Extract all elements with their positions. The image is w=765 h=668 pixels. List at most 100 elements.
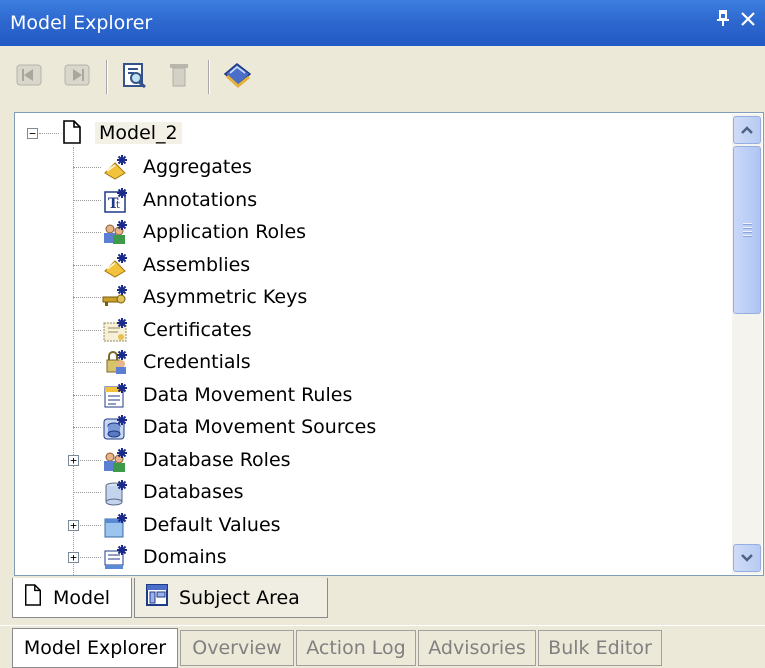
model-tree[interactable]: − Model_2 Aggregates Tt Annotations Applica… bbox=[14, 112, 764, 576]
tab-label: Model bbox=[53, 586, 111, 609]
tree-item[interactable]: Annotations bbox=[143, 184, 257, 216]
tree-connector bbox=[73, 329, 101, 331]
tree-item-label: Databases bbox=[143, 481, 244, 503]
tree-item-label: Default Values bbox=[143, 513, 281, 536]
tree-root-label: Model_2 bbox=[95, 122, 182, 144]
chevron-up-icon bbox=[741, 126, 753, 134]
tab-advisories[interactable]: Advisories bbox=[418, 630, 536, 666]
close-icon[interactable] bbox=[740, 8, 756, 32]
certificates-icon bbox=[101, 316, 131, 344]
tree-connector bbox=[73, 394, 101, 396]
toolbar-separator bbox=[208, 60, 210, 94]
expand-toggle[interactable]: + bbox=[68, 454, 79, 466]
expand-toggle[interactable]: + bbox=[68, 519, 79, 531]
tree-item-label: Data Movement Rules bbox=[143, 383, 353, 406]
tab-subject-area[interactable]: Subject Area bbox=[134, 578, 328, 618]
back-icon bbox=[14, 61, 44, 93]
tree-item[interactable]: Aggregates bbox=[143, 151, 252, 183]
credentials-icon bbox=[101, 348, 131, 376]
tree-item[interactable]: Application Roles bbox=[143, 216, 306, 248]
tree-item[interactable]: Domains bbox=[143, 541, 227, 573]
grip-line bbox=[743, 223, 752, 225]
tree-root[interactable]: Model_2 bbox=[95, 117, 182, 149]
tree-item[interactable]: Data Movement Sources bbox=[143, 411, 376, 443]
tree-item-label: Application Roles bbox=[143, 221, 307, 243]
tab-label: Subject Area bbox=[179, 586, 300, 609]
tab-model[interactable]: Model bbox=[12, 578, 132, 618]
view-tabs: Model Subject Area bbox=[0, 578, 765, 622]
tree-item-label: Certificates bbox=[143, 318, 252, 341]
window-title: Model Explorer bbox=[10, 12, 153, 34]
scroll-down-button[interactable] bbox=[733, 544, 761, 572]
grip-line bbox=[743, 235, 752, 237]
scroll-thumb[interactable] bbox=[733, 146, 761, 314]
back-button[interactable] bbox=[10, 58, 48, 96]
tree-connector bbox=[73, 297, 101, 298]
databases-icon bbox=[101, 478, 131, 506]
tree-item-label: Aggregates bbox=[143, 156, 252, 178]
delete-icon bbox=[165, 60, 193, 94]
toolbar-separator bbox=[106, 60, 108, 94]
asymmetric-keys-icon bbox=[101, 283, 131, 311]
grip-line bbox=[743, 227, 752, 229]
tab-label: Overview bbox=[192, 637, 282, 659]
tab-label: Bulk Editor bbox=[548, 637, 652, 659]
tree-connector bbox=[73, 167, 101, 168]
vertical-scrollbar[interactable] bbox=[732, 114, 762, 574]
find-button[interactable] bbox=[116, 58, 154, 96]
tree-item[interactable]: Credentials bbox=[143, 346, 251, 378]
forward-icon bbox=[62, 61, 92, 93]
tree-connector bbox=[73, 199, 101, 201]
tree-item[interactable]: Default Values bbox=[143, 509, 281, 541]
book-button[interactable] bbox=[218, 58, 256, 96]
annotations-icon: Tt bbox=[101, 186, 131, 214]
forward-button[interactable] bbox=[58, 58, 96, 96]
tab-bulk-editor[interactable]: Bulk Editor bbox=[538, 630, 662, 666]
tree-item[interactable]: Asymmetric Keys bbox=[143, 281, 307, 313]
tree-item[interactable]: Certificates bbox=[143, 314, 252, 346]
document-icon bbox=[23, 583, 43, 612]
tree-connector bbox=[39, 133, 59, 134]
scroll-up-button[interactable] bbox=[733, 116, 761, 144]
title-bar: Model Explorer bbox=[0, 0, 765, 46]
tree-item-label: Data Movement Sources bbox=[143, 416, 377, 438]
pin-icon[interactable] bbox=[716, 9, 730, 32]
subject-area-icon bbox=[145, 583, 169, 612]
tab-label: Action Log bbox=[306, 637, 406, 659]
delete-button[interactable] bbox=[160, 58, 198, 96]
application-roles-icon bbox=[101, 218, 131, 246]
tree-item-label: Annotations bbox=[143, 188, 258, 211]
tab-label: Advisories bbox=[428, 637, 526, 659]
tree-item[interactable]: Databases bbox=[143, 476, 244, 508]
tree-connector bbox=[73, 492, 101, 493]
toolbar bbox=[0, 46, 765, 110]
tree-item[interactable]: Assemblies bbox=[143, 249, 250, 281]
aggregates-icon bbox=[101, 153, 131, 181]
tree-item-label: Database Roles bbox=[143, 448, 291, 471]
book-icon bbox=[221, 60, 253, 94]
tree-item-label: Domains bbox=[143, 546, 227, 568]
domains-icon bbox=[101, 543, 131, 571]
tree-item-label: Assemblies bbox=[143, 253, 251, 276]
panel-tabs: Model Explorer Overview Action Log Advis… bbox=[0, 625, 765, 668]
tree-item[interactable]: Data Movement Rules bbox=[143, 379, 352, 411]
tab-model-explorer[interactable]: Model Explorer bbox=[12, 628, 178, 668]
data-movement-sources-icon bbox=[101, 413, 131, 441]
tree-item-label: Asymmetric Keys bbox=[143, 286, 308, 308]
svg-text:t: t bbox=[116, 200, 120, 211]
grip-line bbox=[743, 231, 752, 233]
tree-connector bbox=[73, 264, 101, 266]
collapse-toggle[interactable]: − bbox=[27, 128, 38, 139]
tab-overview[interactable]: Overview bbox=[180, 630, 294, 666]
tab-action-log[interactable]: Action Log bbox=[296, 630, 416, 666]
expand-toggle[interactable]: + bbox=[68, 552, 79, 563]
tree-item[interactable]: Database Roles bbox=[143, 444, 291, 476]
tree-connector bbox=[73, 427, 101, 428]
document-icon bbox=[61, 119, 91, 147]
tree-connector bbox=[73, 232, 101, 233]
tree-item-label: Credentials bbox=[143, 351, 251, 373]
tab-label: Model Explorer bbox=[23, 637, 167, 659]
database-roles-icon bbox=[101, 446, 131, 474]
data-movement-rules-icon bbox=[101, 381, 131, 409]
find-icon bbox=[120, 60, 150, 94]
